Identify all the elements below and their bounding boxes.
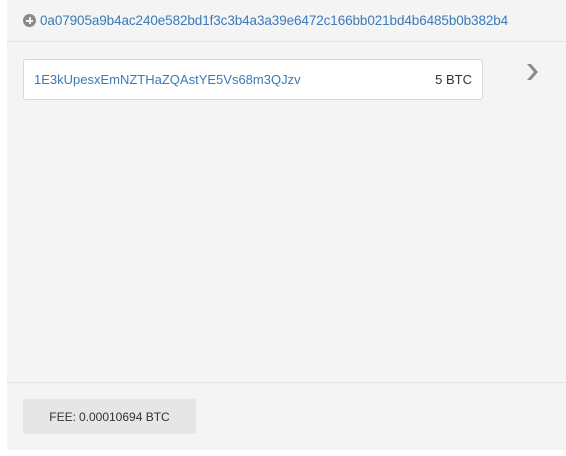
output-amount: 5 BTC [435, 72, 472, 87]
fee-label: FEE: [49, 409, 76, 424]
transaction-header: 0a07905a9b4ac240e582bd1f3c3b4a3a39e6472c… [7, 0, 566, 42]
fee-value: 0.00010694 BTC [78, 409, 170, 424]
transaction-hash-link[interactable]: 0a07905a9b4ac240e582bd1f3c3b4a3a39e6472c… [40, 13, 508, 28]
transaction-panel: 0a07905a9b4ac240e582bd1f3c3b4a3a39e6472c… [7, 0, 566, 450]
plus-circle-icon[interactable] [23, 14, 36, 27]
output-address-link[interactable]: 1E3kUpesxEmNZTHaZQAstYE5Vs68m3QJzv [34, 72, 301, 87]
fee-badge: FEE: 0.00010694 BTC [23, 399, 196, 434]
transaction-footer: FEE: 0.00010694 BTC [7, 382, 566, 450]
output-row: 1E3kUpesxEmNZTHaZQAstYE5Vs68m3QJzv 5 BTC [23, 59, 483, 100]
chevron-right-icon [527, 64, 538, 80]
